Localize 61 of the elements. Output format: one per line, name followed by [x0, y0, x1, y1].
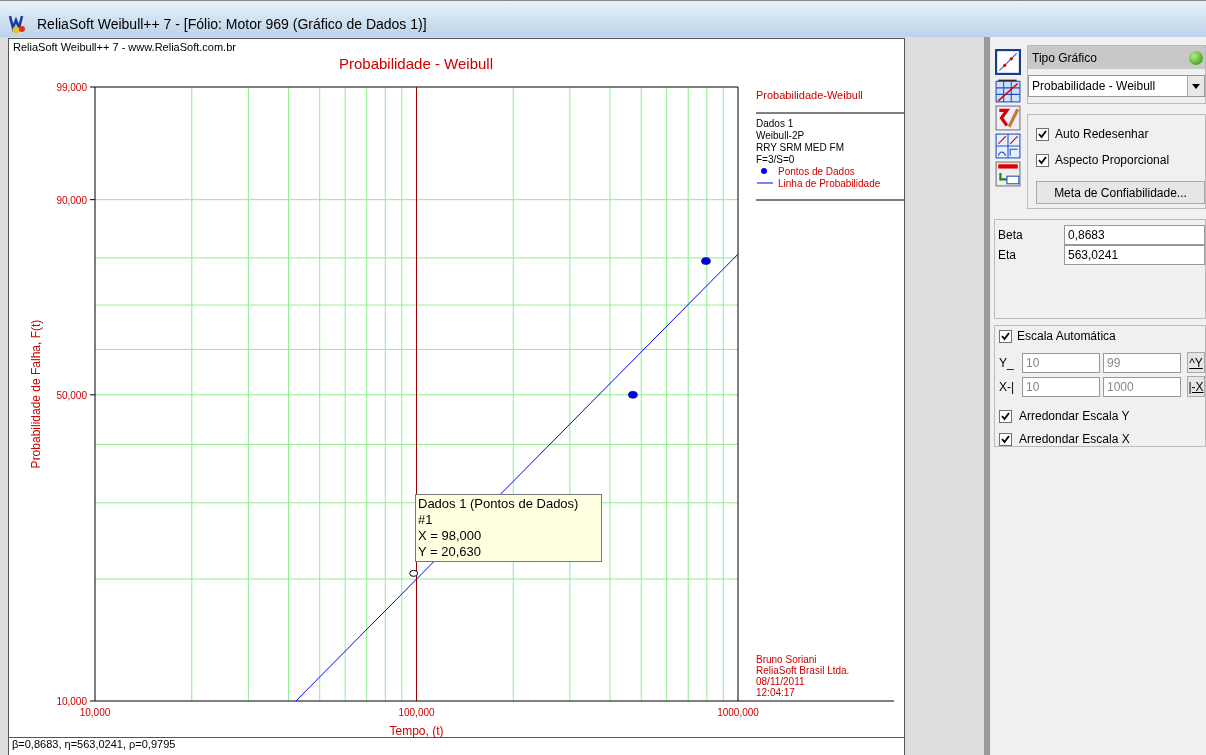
y-tick-label: 99,000	[56, 82, 87, 93]
rounding-label: Arredondar Escala X	[1019, 431, 1130, 448]
option-label: Auto Redesenhar	[1055, 126, 1149, 143]
tooltip-line: Y = 20,630	[418, 544, 482, 560]
legend-text: RRY SRM MED FM	[756, 142, 844, 153]
scale-label: Escala Automática	[1017, 328, 1116, 345]
goal-button[interactable]: Meta de Confiabilidade...	[1036, 181, 1205, 204]
tooltip-line: Dados 1 (Pontos de Dados)	[418, 496, 580, 512]
parameter-label: Eta	[998, 247, 1017, 264]
window-title: ReliaSoft Weibull++ 7 - [Fólio: Motor 969 (Gráfico de Dados 1)]	[37, 14, 427, 34]
min-field[interactable]: 10	[1022, 352, 1100, 373]
axis-label: X-|	[999, 378, 1016, 396]
max-field[interactable]: 99	[1103, 352, 1181, 373]
chart-type-dropdown[interactable]: Probabilidade - Weibull	[1028, 75, 1205, 97]
checkbox[interactable]	[999, 329, 1012, 343]
checkbox[interactable]	[999, 432, 1012, 446]
legend-title: Probabilidade-Weibull	[756, 89, 863, 101]
rounding-label: Arredondar Escala Y	[1019, 408, 1130, 425]
checkbox[interactable]	[1036, 127, 1049, 141]
tooltip-line: #1	[418, 512, 434, 528]
min-field[interactable]: 10	[1022, 376, 1100, 397]
plot-line-icon[interactable]	[995, 49, 1021, 75]
y-tick-label: 90,000	[56, 194, 87, 206]
chart-title: Probabilidade - Weibull	[339, 55, 493, 72]
legend-text: Weibull-2P	[756, 130, 805, 141]
y-axis-title: Probabilidade de Falha, F(t)	[29, 319, 43, 469]
option-label: Aspecto Proporcional	[1055, 152, 1170, 169]
footer-text: ReliaSoft Brasil Ltda.	[756, 665, 850, 676]
data-point[interactable]	[701, 257, 711, 265]
pencil-icon[interactable]	[995, 105, 1021, 131]
data-point[interactable]	[409, 569, 419, 577]
chart-header: ReliaSoft Weibull++ 7 - www.ReliaSoft.com.br	[13, 41, 236, 53]
x-tick-label: 1000,000	[717, 707, 759, 718]
legend-text: Dados 1	[756, 118, 794, 129]
legend-label: Pontos de Dados	[778, 166, 855, 177]
checkbox[interactable]	[1036, 153, 1049, 167]
four-charts-icon[interactable]	[995, 133, 1021, 159]
x-tick-label: 10,000	[79, 707, 111, 718]
footer-text: 12:04:17	[756, 687, 795, 698]
data-point[interactable]	[628, 391, 638, 399]
status-text: β=0,8683, η=563,0241, ρ=0,9795	[12, 738, 177, 750]
grid-chart-icon[interactable]	[995, 77, 1021, 103]
x-tick-label: 100,000	[398, 707, 435, 718]
y-tick-label: 50,000	[56, 389, 87, 401]
axis-button[interactable]: |-X	[1187, 376, 1205, 397]
footer-text: Bruno Soriani	[756, 654, 817, 665]
status-light-icon	[1189, 50, 1203, 65]
x-axis-title: Tempo, (t)	[389, 724, 444, 738]
tooltip-line: X = 98,000	[418, 528, 483, 544]
legend-text: F=3/S=0	[756, 154, 795, 165]
max-field[interactable]: 1000	[1103, 376, 1181, 397]
axis-label: Y_	[999, 354, 1015, 372]
checkbox[interactable]	[999, 409, 1012, 423]
parameter-label: Beta	[998, 227, 1024, 244]
legend-label: Linha de Probabilidade	[778, 178, 881, 189]
parameter-field[interactable]: 563,0241	[1064, 245, 1205, 265]
y-tick-label: 10,000	[56, 696, 87, 707]
footer-text: 08/11/2011	[756, 676, 805, 687]
section-label: Tipo Gráfico	[1032, 49, 1097, 67]
parameter-field[interactable]: 0,8683	[1064, 225, 1205, 245]
axis-button[interactable]: ^Y	[1187, 352, 1205, 373]
